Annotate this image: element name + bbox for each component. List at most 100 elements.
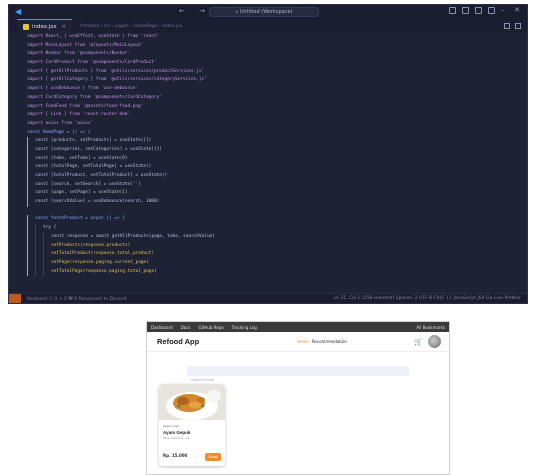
code-line[interactable]: const fetchProduct = async () => { (27, 215, 527, 225)
split-editor-icon[interactable] (504, 23, 510, 29)
all-bookmarks[interactable]: All Bookmarks (416, 325, 445, 330)
avatar[interactable] (428, 335, 441, 348)
bookmarks-bar: Dashboard Docs GitHub Repo Tracking Log … (147, 322, 449, 332)
indent-guide (43, 250, 51, 259)
code-line[interactable]: const [take, setTake] = useState(8) (27, 154, 527, 164)
vscode-titlebar: ◀ ← → ⌕ Untitled (Workspace) – ✕ (9, 5, 527, 19)
layout-customize-icon[interactable] (488, 7, 495, 14)
code-text: const [search, setSearch] = useState('') (35, 181, 141, 187)
app-nav: Home Recommendation (297, 339, 347, 344)
minimize-icon[interactable]: – (501, 7, 508, 14)
indent-guide (27, 241, 35, 251)
code-line[interactable]: const response = await getAllProducts(pa… (27, 232, 527, 242)
code-line[interactable]: import { getAllCategory } from '@utils/s… (27, 76, 527, 85)
code-line[interactable]: const [searchValue] = useDebounce(search… (27, 198, 527, 207)
nav-home-link[interactable]: Home (297, 339, 309, 344)
code-line[interactable]: import CardProduct from '@components/Car… (27, 59, 527, 68)
nav-arrows-icon[interactable]: ← → (179, 7, 211, 15)
cart-icon[interactable]: 🛒 (414, 338, 423, 346)
code-line[interactable]: setPage(response.paging.current_page) (27, 258, 527, 268)
nav-recommendation-link[interactable]: Recommendation (312, 339, 347, 344)
code-line[interactable]: import MainLayout from '@layouts/MainLay… (27, 42, 527, 51)
editor-actions (504, 23, 521, 29)
indent-guide (43, 258, 51, 268)
code-line[interactable]: const [page, setPage] = useState(1) (27, 189, 527, 199)
indent-guide (27, 145, 35, 155)
product-name: Ayam Gepuk (163, 430, 191, 435)
product-price: Rp. 15,000 (163, 453, 188, 458)
code-line[interactable]: import { getAllProducts } from '@utils/s… (27, 68, 527, 77)
code-line[interactable]: const [products, setProducts] = useState… (27, 137, 527, 146)
layout-panel-icon[interactable] (462, 7, 469, 14)
code-line[interactable]: import FoodFood from '@assets/food-food.… (27, 103, 527, 112)
code-editor[interactable]: import React, { useEffect, useState } fr… (9, 33, 527, 293)
tab-label: index.jsx (32, 23, 57, 30)
code-line[interactable]: import { useDebounce } from 'use-debounc… (27, 85, 527, 94)
code-text: import React, { useEffect, useState } fr… (27, 34, 160, 39)
code-text: import Navbar from '@components/Navbar' (27, 51, 131, 57)
layout-editor-icon[interactable] (475, 7, 482, 14)
product-card-body: Ayam Lagi Ayam Gepuk Stok makanan 22 Rp.… (159, 420, 225, 466)
status-left[interactable]: Restored ⓧ 0 ⚠ 0 ₩ 0 Reconnect to Discor… (27, 296, 126, 302)
app-header: Refood App Home Recommendation 🛒 (147, 332, 449, 352)
indent-guide (27, 232, 35, 242)
indent-guide (27, 224, 35, 233)
layout-sidebar-icon[interactable] (449, 7, 456, 14)
vscode-window: ◀ ← → ⌕ Untitled (Workspace) – ✕ index.j… (8, 4, 528, 304)
code-text: import MainLayout from '@layouts/MainLay… (27, 42, 144, 48)
code-line[interactable]: setTotalPage(response.paging.total_page) (27, 267, 527, 277)
close-icon[interactable]: ✕ (514, 7, 521, 14)
indent-guide (35, 224, 43, 233)
more-actions-icon[interactable] (515, 23, 521, 29)
code-text: setTotalPage(response.paging.total_page) (51, 268, 157, 274)
code-line[interactable]: const [search, setSearch] = useState('') (27, 180, 527, 190)
indent-guide (27, 258, 35, 268)
indent-guide (27, 250, 35, 259)
code-text: import axios from 'axios' (27, 120, 94, 126)
code-text: const [totalPage, setTotalPage] = useSta… (35, 164, 152, 170)
browser-window: Dashboard Docs GitHub Repo Tracking Log … (146, 321, 450, 475)
code-text: import CardProduct from '@components/Car… (27, 60, 157, 66)
code-line[interactable]: const [totalProduct, setTotalProduct] = … (27, 172, 527, 181)
indent-guide (27, 215, 35, 225)
code-line[interactable]: import { Link } from 'react-router-dom' (27, 111, 527, 120)
remote-indicator[interactable] (9, 293, 21, 303)
detail-button[interactable]: Detail (205, 453, 221, 461)
code-text: const fetchProduct = async () => { (35, 216, 125, 222)
bookmark-item[interactable]: Docs (181, 325, 191, 330)
tab-index-jsx[interactable]: index.jsx × (17, 19, 73, 33)
code-line[interactable] (27, 207, 527, 216)
status-right[interactable]: Ln 31, Col 1 (258 selected) Spaces: 2 UT… (333, 296, 521, 301)
code-line[interactable]: const HomePage = () => { (27, 129, 527, 138)
code-line[interactable]: try { (27, 224, 527, 233)
indent-guide (27, 189, 35, 199)
code-text: setTotalProduct(response.total_product) (51, 251, 155, 257)
product-desc: Stok makanan 22 (163, 436, 190, 440)
code-line[interactable]: import CardCategory from '@components/Ca… (27, 94, 527, 103)
code-line[interactable]: import Navbar from '@components/Navbar' (27, 50, 527, 59)
code-text: setPage(response.paging.current_page) (51, 259, 149, 265)
code-line[interactable]: import axios from 'axios' (27, 120, 527, 129)
code-text: const [totalProduct, setTotalProduct] = … (35, 173, 168, 178)
indent-guide (27, 172, 35, 181)
indent-guide (35, 267, 43, 277)
indent-guide (43, 241, 51, 251)
bookmark-item[interactable]: Tracking Log (232, 325, 257, 330)
code-line[interactable]: setProducts(response.products) (27, 241, 527, 251)
indent-guide (27, 163, 35, 172)
code-line[interactable]: const [totalPage, setTotalPage] = useSta… (27, 163, 527, 172)
tab-close-icon[interactable]: × (61, 24, 66, 30)
product-card[interactable]: Ayam Lagi Ayam Gepuk Stok makanan 22 Rp.… (159, 384, 225, 466)
food-plate-image (159, 384, 225, 420)
bookmark-item[interactable]: Dashboard (151, 325, 173, 330)
breadcrumb[interactable]: frontend › src › pages › HomePage › inde… (80, 24, 182, 29)
code-line[interactable]: const [categories, setCategories] = useS… (27, 145, 527, 155)
indent-guide (27, 198, 35, 207)
code-text: const [take, setTake] = useState(8) (35, 155, 128, 161)
code-line[interactable]: setTotalProduct(response.total_product) (27, 250, 527, 259)
code-line[interactable]: import React, { useEffect, useState } fr… (27, 33, 527, 42)
command-center-search[interactable]: ⌕ Untitled (Workspace) (209, 7, 319, 17)
indent-guide (35, 241, 43, 251)
bookmark-item[interactable]: GitHub Repo (199, 325, 224, 330)
search-input[interactable] (187, 374, 409, 385)
